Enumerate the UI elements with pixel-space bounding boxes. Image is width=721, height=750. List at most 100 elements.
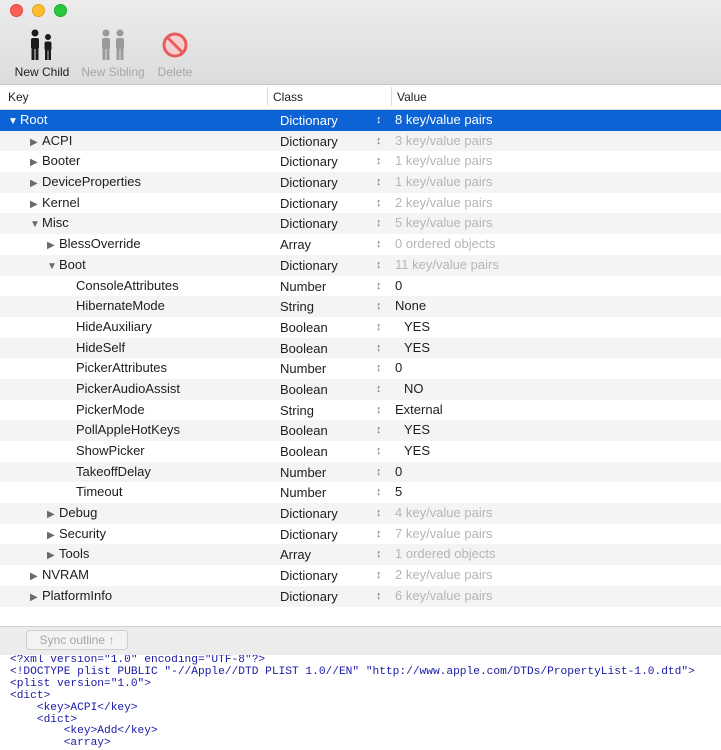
outline-row[interactable]: HideSelf Boolean ↕ YES: [0, 337, 721, 360]
row-class[interactable]: Dictionary: [280, 587, 338, 608]
outline-row[interactable]: PickerAttributes Number ↕ 0: [0, 358, 721, 379]
outline-row[interactable]: ▶ Debug Dictionary ↕ 4 key/value pairs: [0, 503, 721, 524]
row-value[interactable]: YES: [404, 420, 430, 441]
row-value[interactable]: 8 key/value pairs: [395, 110, 493, 131]
type-stepper-icon[interactable]: ↕: [376, 234, 382, 255]
row-class[interactable]: Dictionary: [280, 256, 338, 277]
close-window-button[interactable]: [10, 4, 23, 17]
type-stepper-icon[interactable]: ↕: [376, 544, 382, 565]
row-class[interactable]: Number: [280, 483, 326, 504]
row-class[interactable]: Boolean: [280, 339, 328, 360]
disclosure-closed-icon[interactable]: ▶: [30, 588, 42, 609]
outline-row[interactable]: PollAppleHotKeys Boolean ↕ YES: [0, 420, 721, 441]
type-stepper-icon[interactable]: ↕: [376, 358, 382, 379]
row-class[interactable]: Array: [280, 235, 311, 256]
disclosure-closed-icon[interactable]: ▶: [30, 133, 42, 154]
outline-row[interactable]: ConsoleAttributes Number ↕ 0: [0, 276, 721, 297]
disclosure-closed-icon[interactable]: ▶: [47, 526, 59, 547]
type-stepper-icon[interactable]: ↕: [376, 462, 382, 483]
outline-row[interactable]: ShowPicker Boolean ↕ YES: [0, 441, 721, 462]
outline-row[interactable]: ▶ Kernel Dictionary ↕ 2 key/value pairs: [0, 193, 721, 214]
disclosure-closed-icon[interactable]: ▶: [30, 195, 42, 216]
row-value[interactable]: YES: [404, 338, 430, 359]
type-stepper-icon[interactable]: ↕: [376, 482, 382, 503]
type-stepper-icon[interactable]: ↕: [376, 255, 382, 276]
type-stepper-icon[interactable]: ↕: [376, 524, 382, 545]
type-stepper-icon[interactable]: ↕: [376, 503, 382, 524]
disclosure-open-icon[interactable]: ▼: [47, 257, 59, 278]
row-class[interactable]: Dictionary: [280, 504, 338, 525]
type-stepper-icon[interactable]: ↕: [376, 296, 382, 317]
outline-row[interactable]: ▼ Misc Dictionary ↕ 5 key/value pairs: [0, 213, 721, 236]
row-class[interactable]: Dictionary: [280, 173, 338, 194]
outline-row[interactable]: ▼ Boot Dictionary ↕ 11 key/value pairs: [0, 254, 721, 278]
row-class[interactable]: Dictionary: [280, 132, 338, 153]
row-class[interactable]: Boolean: [280, 318, 328, 339]
column-header-value[interactable]: Value: [397, 90, 427, 104]
disclosure-closed-icon[interactable]: ▶: [47, 505, 59, 526]
outline-row[interactable]: ▶ BlessOverride Array ↕ 0 ordered objects: [0, 234, 721, 255]
row-value[interactable]: 0: [395, 276, 402, 297]
outline-row[interactable]: ▶ NVRAM Dictionary ↕ 2 key/value pairs: [0, 565, 721, 586]
row-class[interactable]: String: [280, 297, 314, 318]
zoom-window-button[interactable]: [54, 4, 67, 17]
outline-row[interactable]: ▶ ACPI Dictionary ↕ 3 key/value pairs: [0, 130, 721, 154]
outline-row[interactable]: ▶ PlatformInfo Dictionary ↕ 6 key/value pair…: [0, 585, 721, 609]
outline-row[interactable]: ▶ DeviceProperties Dictionary ↕ 1 key/value …: [0, 172, 721, 193]
xml-source-view[interactable]: <?xml version="1.0" encoding="UTF-8"?> <!…: [0, 655, 721, 750]
sync-outline-button[interactable]: Sync outline ↑: [26, 630, 128, 650]
row-class[interactable]: Dictionary: [280, 194, 338, 215]
row-value[interactable]: NO: [404, 379, 424, 400]
type-stepper-icon[interactable]: ↕: [376, 441, 382, 462]
type-stepper-icon[interactable]: ↕: [376, 420, 382, 441]
type-stepper-icon[interactable]: ↕: [376, 193, 382, 214]
row-class[interactable]: Boolean: [280, 442, 328, 463]
type-stepper-icon[interactable]: ↕: [376, 213, 382, 234]
disclosure-closed-icon[interactable]: ▶: [47, 546, 59, 567]
outline-row[interactable]: TakeoffDelay Number ↕ 0: [0, 461, 721, 484]
type-stepper-icon[interactable]: ↕: [376, 586, 382, 607]
column-header-class[interactable]: Class: [273, 90, 303, 104]
outline-row[interactable]: ▶ Tools Array ↕ 1 ordered objects: [0, 544, 721, 567]
row-class[interactable]: Dictionary: [280, 566, 338, 587]
row-value[interactable]: None: [395, 296, 426, 317]
row-class[interactable]: Boolean: [280, 421, 328, 442]
disclosure-open-icon[interactable]: ▼: [30, 215, 42, 236]
outline-row[interactable]: ▶ Booter Dictionary ↕ 1 key/value pairs: [0, 151, 721, 172]
type-stepper-icon[interactable]: ↕: [376, 400, 382, 421]
outline-row[interactable]: ▶ Security Dictionary ↕ 7 key/value pairs: [0, 524, 721, 545]
type-stepper-icon[interactable]: ↕: [376, 338, 382, 359]
minimize-window-button[interactable]: [32, 4, 45, 17]
disclosure-open-icon[interactable]: ▼: [8, 112, 20, 133]
row-value[interactable]: 5: [395, 482, 402, 503]
type-stepper-icon[interactable]: ↕: [376, 276, 382, 297]
row-class[interactable]: String: [280, 401, 314, 422]
row-class[interactable]: Number: [280, 463, 326, 484]
type-stepper-icon[interactable]: ↕: [376, 379, 382, 400]
row-class[interactable]: Dictionary: [280, 525, 338, 546]
row-value[interactable]: 0: [395, 462, 402, 483]
disclosure-closed-icon[interactable]: ▶: [30, 174, 42, 195]
row-value[interactable]: External: [395, 400, 443, 421]
outline-row[interactable]: Timeout Number ↕ 5: [0, 482, 721, 503]
disclosure-closed-icon[interactable]: ▶: [47, 236, 59, 257]
row-class[interactable]: Number: [280, 277, 326, 298]
row-class[interactable]: Dictionary: [280, 111, 338, 132]
new-sibling-button[interactable]: New Sibling: [80, 28, 146, 79]
column-header-key[interactable]: Key: [8, 90, 29, 104]
type-stepper-icon[interactable]: ↕: [376, 110, 382, 131]
outline-row[interactable]: PickerMode String ↕ External: [0, 400, 721, 421]
outline-row[interactable]: PickerAudioAssist Boolean ↕ NO: [0, 378, 721, 401]
row-class[interactable]: Boolean: [280, 380, 328, 401]
disclosure-closed-icon[interactable]: ▶: [30, 567, 42, 588]
disclosure-closed-icon[interactable]: ▶: [30, 153, 42, 174]
delete-button[interactable]: Delete: [152, 28, 198, 79]
type-stepper-icon[interactable]: ↕: [376, 317, 382, 338]
row-class[interactable]: Number: [280, 359, 326, 380]
new-child-button[interactable]: New Child: [12, 28, 72, 79]
row-value[interactable]: YES: [404, 441, 430, 462]
outline-row[interactable]: HideAuxiliary Boolean ↕ YES: [0, 317, 721, 338]
row-class[interactable]: Array: [280, 545, 311, 566]
type-stepper-icon[interactable]: ↕: [376, 565, 382, 586]
type-stepper-icon[interactable]: ↕: [376, 172, 382, 193]
